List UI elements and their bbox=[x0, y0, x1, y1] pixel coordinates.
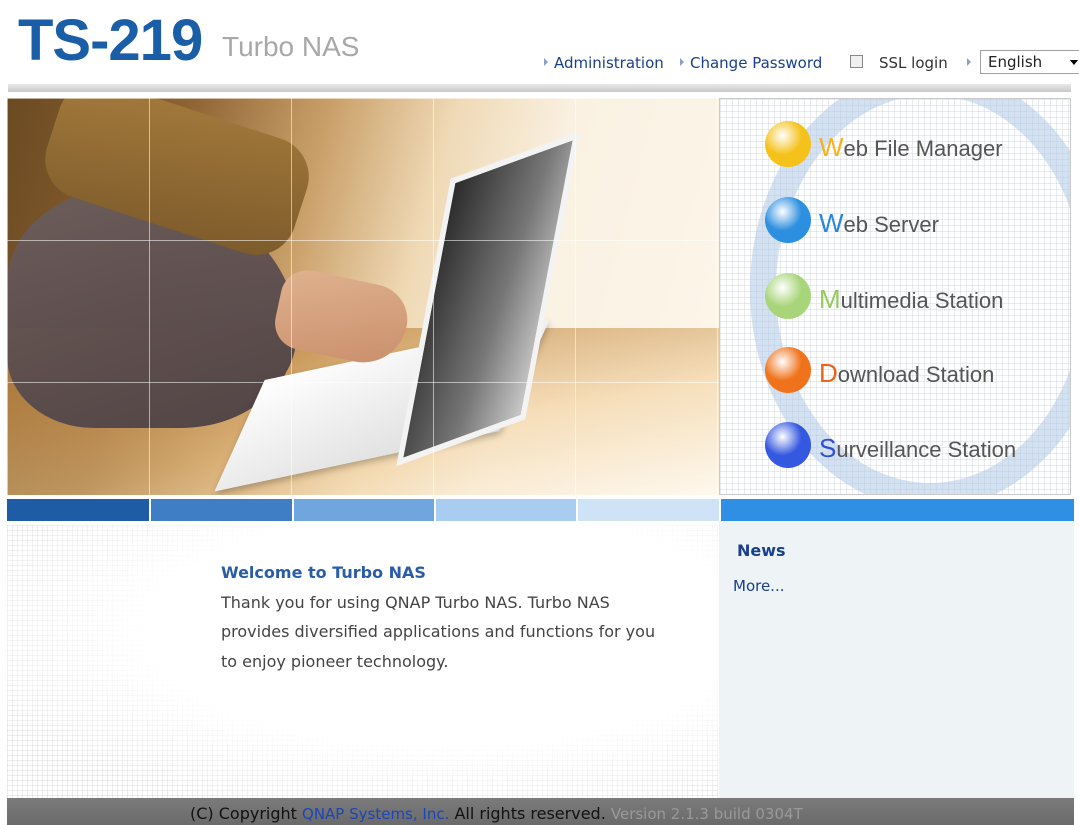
footer-text: (C) Copyright QNAP Systems, Inc. All rig… bbox=[190, 804, 803, 823]
news-more-link[interactable]: More... bbox=[733, 577, 785, 595]
hero-image bbox=[7, 98, 719, 495]
color-strip-segment bbox=[721, 499, 1074, 521]
color-strip-segment bbox=[294, 499, 434, 521]
chevron-down-icon[interactable] bbox=[1070, 60, 1078, 65]
color-strip-segment bbox=[7, 499, 149, 521]
header-divider bbox=[8, 84, 1071, 92]
version-label: Version 2.1.3 build 0304T bbox=[610, 805, 803, 823]
news-title: News bbox=[737, 541, 786, 560]
logo-product-name: Turbo NAS bbox=[222, 31, 360, 62]
company-link[interactable]: QNAP Systems, Inc. bbox=[302, 805, 449, 823]
arrow-right-icon bbox=[680, 58, 684, 66]
welcome-text-line: provides diversified applications and fu… bbox=[221, 622, 656, 641]
application-menu: Web File Manager Web Server Multimedia S… bbox=[719, 98, 1071, 495]
ssl-login-checkbox[interactable] bbox=[850, 55, 863, 68]
arrow-right-icon bbox=[544, 58, 548, 66]
download-station-icon bbox=[765, 347, 811, 393]
welcome-title: Welcome to Turbo NAS bbox=[221, 563, 426, 582]
logo-model: TS-219 bbox=[18, 8, 203, 73]
web-server-icon bbox=[765, 197, 811, 243]
welcome-text-line: to enjoy pioneer technology. bbox=[221, 652, 449, 671]
arrow-right-icon bbox=[967, 58, 971, 66]
news-panel bbox=[719, 521, 1074, 798]
ssl-login-label: SSL login bbox=[879, 54, 948, 72]
surveillance-station-icon bbox=[765, 422, 811, 468]
multimedia-station-icon bbox=[765, 273, 811, 319]
web-file-manager-icon bbox=[765, 121, 811, 167]
welcome-text-line: Thank you for using QNAP Turbo NAS. Turb… bbox=[221, 593, 610, 612]
language-select[interactable]: English bbox=[980, 50, 1079, 74]
color-strip-segment bbox=[151, 499, 292, 521]
color-strip-segment bbox=[578, 499, 719, 521]
color-strip-segment bbox=[436, 499, 576, 521]
change-password-link[interactable]: Change Password bbox=[680, 53, 822, 73]
administration-link[interactable]: Administration bbox=[544, 53, 664, 73]
